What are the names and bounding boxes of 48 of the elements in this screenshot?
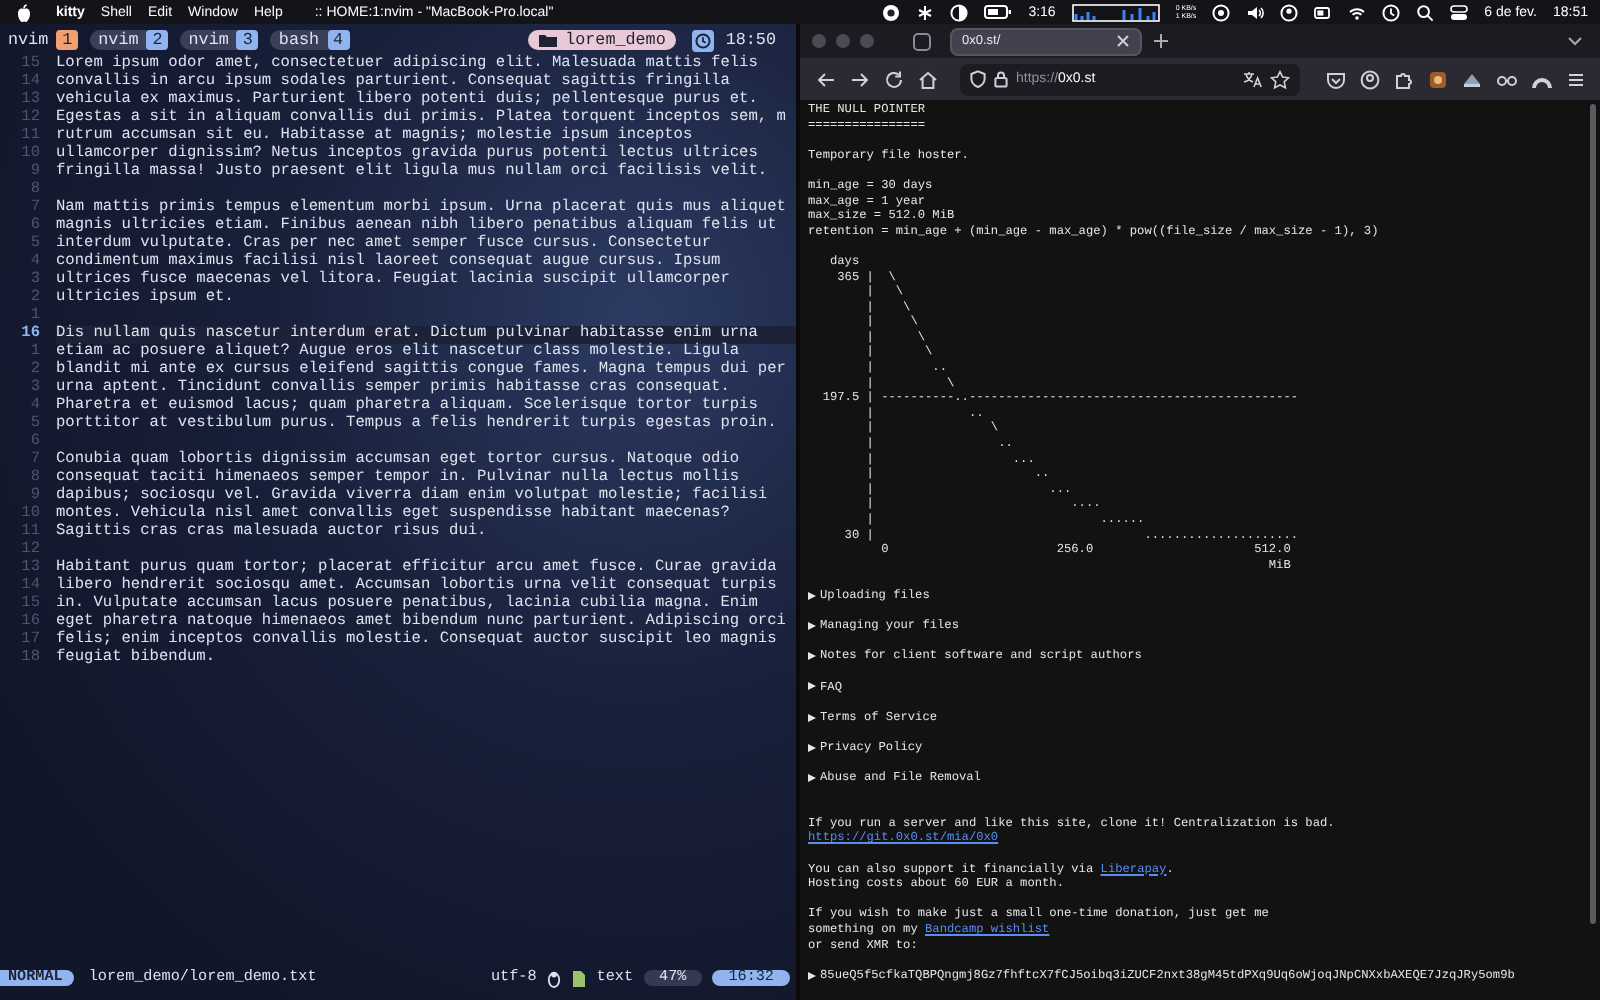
folder-icon xyxy=(537,32,558,48)
square-icon[interactable] xyxy=(912,31,932,52)
disclosure-triangle-icon[interactable] xyxy=(808,773,816,782)
wifi-icon[interactable] xyxy=(1348,3,1367,21)
back-arrow-icon[interactable] xyxy=(816,69,836,90)
star-icon[interactable] xyxy=(1270,69,1290,90)
terminal-clock: 18:50 xyxy=(725,30,776,50)
extension-icon[interactable] xyxy=(1428,69,1448,90)
scrollbar[interactable] xyxy=(1590,103,1596,924)
clock-badge-icon xyxy=(691,29,714,51)
file-icon xyxy=(572,969,587,987)
home-icon[interactable] xyxy=(918,69,938,90)
search-icon[interactable] xyxy=(1416,3,1435,21)
plus-icon[interactable] xyxy=(1152,32,1170,51)
account-icon[interactable] xyxy=(1360,69,1380,90)
extension-icon[interactable] xyxy=(1462,69,1482,90)
extensions-icon[interactable] xyxy=(1394,69,1414,90)
disclosure-triangle-icon[interactable] xyxy=(808,591,816,600)
disclosure-triangle-icon[interactable] xyxy=(808,713,816,722)
terminal-tab[interactable]: bash 4 xyxy=(270,30,350,50)
terminal-tab[interactable]: nvim 3 xyxy=(180,30,259,50)
forward-arrow-icon[interactable] xyxy=(850,69,870,90)
close-icon[interactable] xyxy=(1116,34,1130,49)
disclosure-triangle-icon[interactable] xyxy=(808,652,816,661)
chevron-down-icon[interactable] xyxy=(1566,32,1584,51)
record-icon[interactable] xyxy=(882,3,901,21)
pocket-icon[interactable] xyxy=(1326,69,1346,90)
session-name: lorem_demo xyxy=(565,30,666,50)
disclosure-triangle-icon[interactable] xyxy=(808,621,816,630)
lock-icon[interactable] xyxy=(994,70,1008,89)
clock-icon[interactable] xyxy=(1382,3,1401,21)
terminal-tab[interactable]: nvim 2 xyxy=(90,30,169,50)
battery-icon[interactable] xyxy=(984,4,1013,20)
apple-icon xyxy=(16,3,32,21)
target-icon[interactable] xyxy=(1212,3,1231,21)
translate-icon[interactable] xyxy=(1242,70,1262,89)
reload-icon[interactable] xyxy=(884,69,904,90)
disclosure-triangle-icon[interactable] xyxy=(808,743,816,752)
control-center-icon[interactable] xyxy=(1450,3,1469,21)
battery-icon[interactable] xyxy=(1314,3,1333,21)
volume-icon[interactable] xyxy=(1246,3,1265,21)
contrast-icon[interactable] xyxy=(950,3,969,21)
disclosure-triangle-icon[interactable] xyxy=(808,682,816,691)
shield-icon[interactable] xyxy=(970,70,986,89)
terminal-tab[interactable]: nvim 1 xyxy=(8,30,79,50)
menu-icon[interactable] xyxy=(1566,69,1586,90)
activity-graph-icon xyxy=(1071,3,1160,21)
disclosure-triangle-icon[interactable] xyxy=(808,971,816,980)
